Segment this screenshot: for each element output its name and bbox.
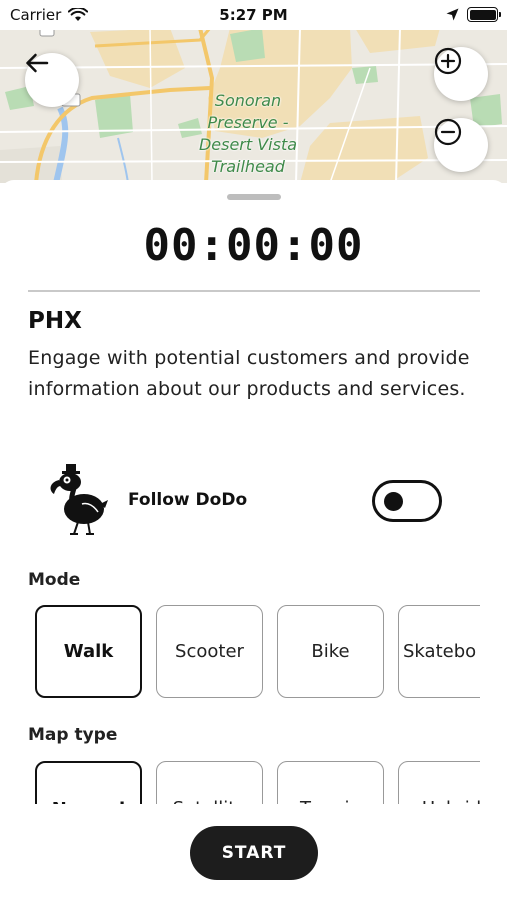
map-view[interactable]: Sonoran Preserve -Desert Vista Trailhead <box>0 28 507 183</box>
mode-walk-chip[interactable]: Walk <box>35 605 142 698</box>
map-type-terrain-chip[interactable]: Terrain <box>277 761 384 804</box>
zoom-in-icon <box>434 47 462 75</box>
follow-dodo-toggle[interactable] <box>372 480 442 522</box>
divider <box>28 290 480 292</box>
toggle-knob <box>384 492 403 511</box>
tracking-sheet: 00:00:00 PHX Engage with potential custo… <box>0 180 507 900</box>
mode-options: Walk Scooter Bike Skatebo <box>35 605 480 700</box>
elapsed-timer: 00:00:00 <box>143 220 364 271</box>
zoom-out-button[interactable] <box>434 118 488 172</box>
map-type-hybrid-chip[interactable]: Hybrid <box>398 761 480 804</box>
zoom-out-icon <box>434 118 462 146</box>
follow-dodo-label: Follow DoDo <box>128 490 248 510</box>
back-arrow-icon <box>26 53 49 73</box>
start-button[interactable]: START <box>190 826 318 880</box>
mode-skateboard-chip[interactable]: Skatebo <box>398 605 480 698</box>
map-type-section-label: Map type <box>28 725 118 745</box>
map-type-normal-chip[interactable]: Normal <box>35 761 142 804</box>
mode-scooter-chip[interactable]: Scooter <box>156 605 263 698</box>
zoom-in-button[interactable] <box>434 47 488 101</box>
location-arrow-icon <box>446 8 459 21</box>
sheet-drag-handle[interactable] <box>227 194 281 200</box>
campaign-title: PHX <box>28 308 82 334</box>
map-place-label: Sonoran Preserve -Desert Vista Trailhead <box>198 91 298 176</box>
back-button[interactable] <box>25 53 79 107</box>
map-type-options: Normal Satellite Terrain Hybrid <box>35 761 480 804</box>
status-time: 5:27 PM <box>219 6 288 24</box>
dodo-mascot-icon <box>50 464 108 535</box>
campaign-description: Engage with potential customers and prov… <box>28 347 470 400</box>
status-bar: Carrier 5:27 PM <box>0 0 507 30</box>
mode-section-label: Mode <box>28 570 81 590</box>
map-type-satellite-chip[interactable]: Satellite <box>156 761 263 804</box>
battery-icon <box>467 7 501 22</box>
mode-bike-chip[interactable]: Bike <box>277 605 384 698</box>
